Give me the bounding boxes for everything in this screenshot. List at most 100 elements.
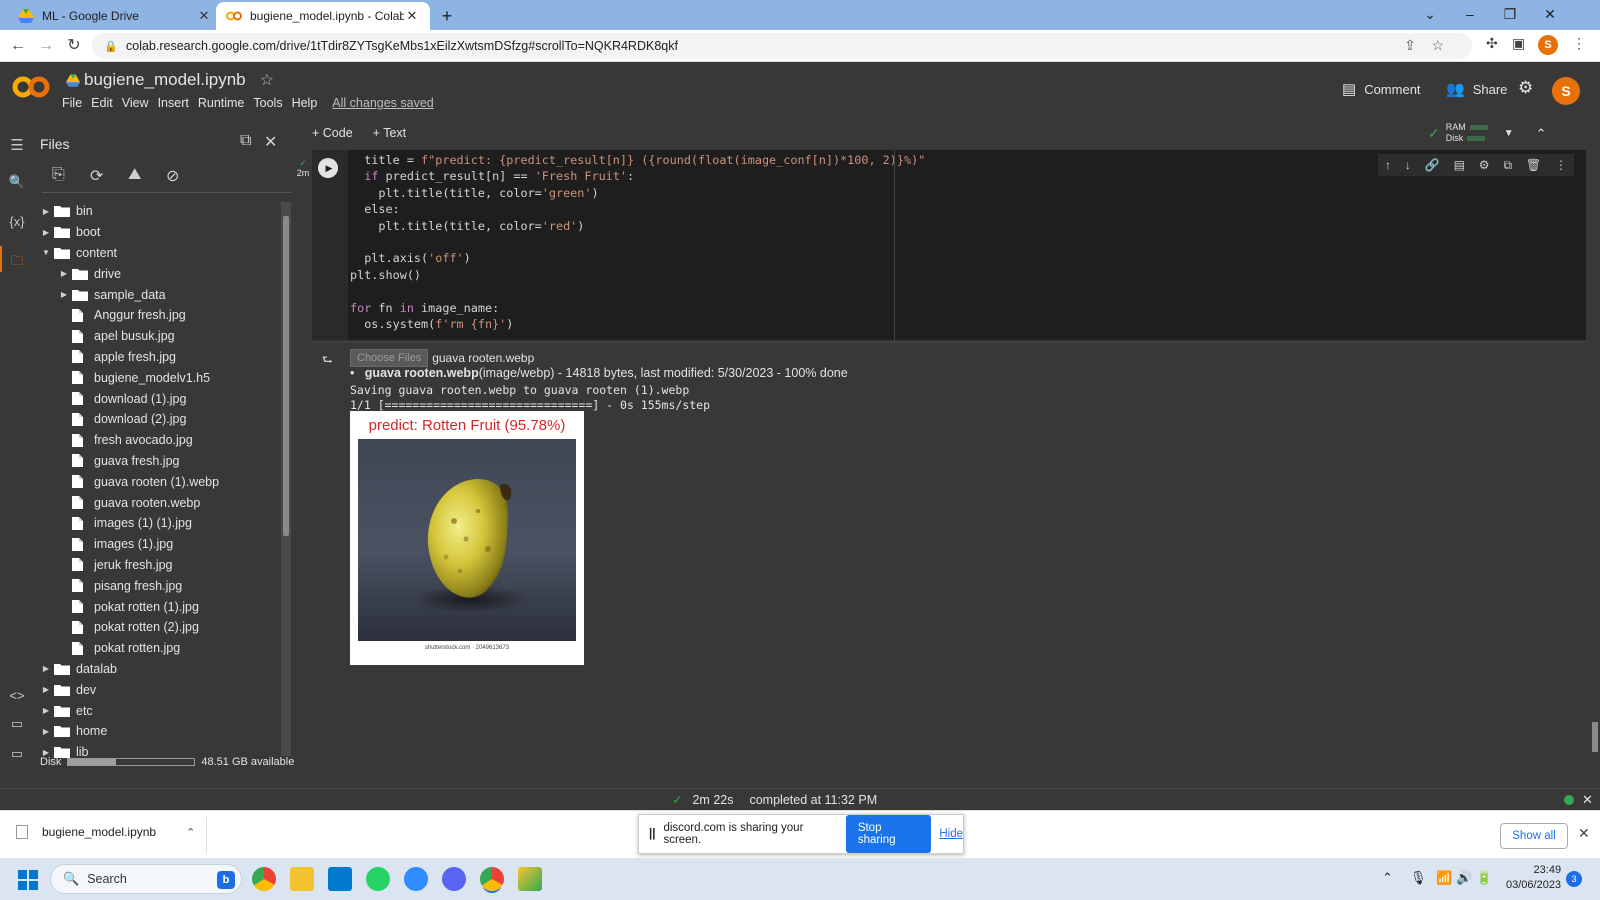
file-node[interactable]: apple fresh.jpg — [34, 347, 280, 368]
folder-node[interactable]: ▶ dev — [34, 679, 280, 700]
hide-files-icon[interactable]: ⊘ — [166, 166, 204, 186]
window-close-button[interactable]: ✕ — [1530, 0, 1570, 30]
chevron-up-icon[interactable]: ⌃ — [1536, 127, 1547, 140]
start-button[interactable] — [18, 870, 38, 890]
save-status-link[interactable]: All changes saved — [332, 96, 433, 110]
minimize-button[interactable]: – — [1450, 0, 1490, 30]
add-code-button[interactable]: + Code — [312, 126, 353, 140]
terminal-icon[interactable]: ▭ — [0, 746, 34, 762]
scrollbar[interactable] — [281, 202, 291, 756]
file-node[interactable]: images (1) (1).jpg — [34, 513, 280, 534]
open-in-tab-icon[interactable]: ⧉ — [240, 132, 251, 150]
add-text-button[interactable]: + Text — [373, 126, 406, 140]
profile-avatar[interactable]: S — [1538, 35, 1558, 57]
zoom-icon[interactable] — [404, 867, 428, 891]
menu-insert[interactable]: Insert — [158, 96, 189, 110]
runtime-status-dot[interactable] — [1564, 795, 1574, 805]
maximize-button[interactable]: ❐ — [1490, 0, 1530, 30]
comment-button[interactable]: ▤ Comment — [1342, 80, 1421, 98]
settings-gear-icon[interactable]: ⚙ — [1518, 78, 1533, 98]
menu-help[interactable]: Help — [292, 96, 318, 110]
settings-gear-icon[interactable]: ⚙ — [1479, 158, 1490, 172]
tab-search-chevron-icon[interactable]: ⌄ — [1410, 0, 1450, 30]
chevron-right-icon[interactable]: ▶ — [56, 290, 72, 299]
folder-node[interactable]: ▶ etc — [34, 700, 280, 721]
close-icon[interactable]: ✕ — [264, 132, 277, 152]
chevron-down-icon[interactable]: ▼ — [1504, 128, 1514, 139]
battery-icon[interactable]: 🔋 — [1476, 870, 1492, 886]
file-node[interactable]: apel busuk.jpg — [34, 326, 280, 347]
chevron-up-icon[interactable]: ⌃ — [186, 826, 195, 839]
files-folder-icon[interactable]: 🗀 — [0, 252, 34, 274]
forward-arrow-icon[interactable]: → — [34, 34, 58, 58]
taskbar-search[interactable]: 🔍 Search b — [50, 864, 242, 894]
mount-drive-icon[interactable]: ⛰ — [128, 166, 166, 186]
file-node[interactable]: pisang fresh.jpg — [34, 575, 280, 596]
table-of-contents-icon[interactable]: ☰ — [0, 136, 34, 154]
move-up-icon[interactable]: ↑ — [1385, 158, 1391, 172]
chevron-right-icon[interactable]: ▶ — [38, 664, 54, 673]
menu-view[interactable]: View — [122, 96, 149, 110]
menu-tools[interactable]: Tools — [253, 96, 282, 110]
file-node[interactable]: download (2).jpg — [34, 409, 280, 430]
file-node[interactable]: guava fresh.jpg — [34, 451, 280, 472]
user-avatar[interactable]: S — [1552, 77, 1580, 105]
command-palette-icon[interactable]: ▭ — [0, 716, 34, 732]
tab-google-drive[interactable]: ML - Google Drive ✕ — [8, 2, 222, 30]
folder-node[interactable]: ▶ boot — [34, 222, 280, 243]
file-node[interactable]: Anggur fresh.jpg — [34, 305, 280, 326]
wifi-icon[interactable]: 📶 — [1436, 870, 1452, 886]
share-page-icon[interactable]: ⇪ — [1404, 37, 1416, 53]
chevron-down-icon[interactable]: ▼ — [38, 248, 54, 257]
chevron-up-icon[interactable]: ⌃ — [1382, 870, 1393, 886]
whatsapp-icon[interactable] — [366, 867, 390, 891]
file-node[interactable]: fresh avocado.jpg — [34, 430, 280, 451]
folder-node[interactable]: ▶ drive — [34, 263, 280, 284]
notebook-scrollbar[interactable] — [1592, 722, 1598, 752]
show-all-button[interactable]: Show all — [1500, 823, 1568, 849]
file-node[interactable]: pokat rotten.jpg — [34, 638, 280, 659]
chevron-right-icon[interactable]: ▶ — [38, 207, 54, 216]
file-explorer-icon[interactable] — [290, 867, 314, 891]
close-icon[interactable]: ✕ — [404, 8, 420, 24]
browser-menu-icon[interactable]: ⋮ — [1572, 35, 1586, 57]
close-icon[interactable]: ✕ — [196, 8, 212, 24]
folder-node[interactable]: ▼ content — [34, 243, 280, 264]
scrollbar-thumb[interactable] — [283, 216, 289, 536]
chrome-active-app-icon[interactable] — [480, 867, 504, 891]
tab-colab-notebook[interactable]: bugiene_model.ipynb - Colabora ✕ — [216, 2, 430, 30]
choose-files-button[interactable]: Choose Files — [350, 349, 429, 367]
volume-icon[interactable]: 🔊 — [1456, 870, 1472, 886]
chevron-right-icon[interactable]: ▶ — [38, 706, 54, 715]
folder-node[interactable]: ▶ bin — [34, 201, 280, 222]
chevron-right-icon[interactable]: ▶ — [38, 685, 54, 694]
notebook-title[interactable]: bugiene_model.ipynb — [84, 70, 246, 90]
code-editor[interactable]: title = f"predict: {predict_result[n]} (… — [350, 152, 925, 332]
file-node[interactable]: jeruk fresh.jpg — [34, 555, 280, 576]
menu-edit[interactable]: Edit — [91, 96, 113, 110]
star-icon[interactable]: ☆ — [260, 70, 274, 90]
share-button[interactable]: 👥 Share — [1446, 80, 1507, 98]
upload-file-icon[interactable]: ⎘ — [52, 166, 90, 186]
new-tab-button[interactable]: + — [436, 5, 458, 27]
bookmark-star-icon[interactable]: ☆ — [1431, 37, 1444, 53]
close-icon[interactable]: ✕ — [1578, 825, 1590, 842]
variables-icon[interactable]: {x} — [0, 214, 34, 229]
delete-icon[interactable]: 🗑 — [1526, 158, 1541, 172]
back-arrow-icon[interactable]: ← — [6, 34, 30, 58]
side-panel-icon[interactable]: ▣ — [1512, 35, 1525, 57]
code-snippets-icon[interactable]: <> — [0, 688, 34, 703]
chrome-app-icon[interactable] — [252, 867, 276, 891]
colab-logo[interactable] — [12, 74, 50, 100]
chevron-right-icon[interactable]: ▶ — [38, 727, 54, 736]
vscode-icon[interactable] — [328, 867, 352, 891]
run-cell-button[interactable]: ▶ — [318, 158, 338, 178]
folder-node[interactable]: ▶ datalab — [34, 659, 280, 680]
folder-node[interactable]: ▶ sample_data — [34, 284, 280, 305]
folder-node[interactable]: ▶ home — [34, 721, 280, 742]
link-icon[interactable]: 🔗 — [1425, 158, 1440, 172]
stop-sharing-button[interactable]: Stop sharing — [845, 815, 932, 853]
more-options-icon[interactable]: ⋮ — [1555, 158, 1567, 172]
file-node[interactable]: pokat rotten (1).jpg — [34, 596, 280, 617]
file-node[interactable]: guava rooten.webp — [34, 492, 280, 513]
